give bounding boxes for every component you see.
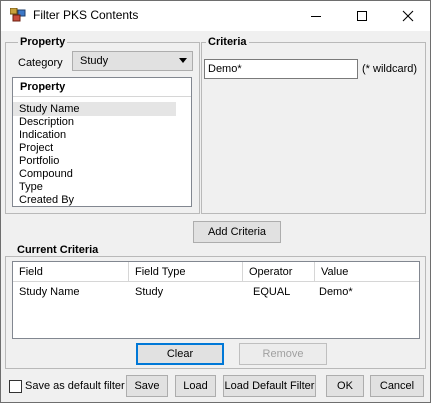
maximize-icon [357, 11, 367, 21]
criteria-group-label: Criteria [206, 36, 249, 48]
criteria-table-header: Field Field Type Operator Value [13, 262, 419, 282]
property-items: Study Name Description Indication Project Po… [19, 103, 179, 208]
table-row[interactable]: Study Name Study EQUAL Demo* [13, 284, 419, 300]
cell-operator: EQUAL [253, 286, 291, 298]
cell-field: Study Name [19, 286, 80, 298]
property-list-item[interactable]: Indication [19, 129, 66, 142]
save-button[interactable]: Save [126, 375, 168, 397]
property-list[interactable]: Property Study Name Description Indication… [12, 77, 192, 207]
property-list-item[interactable]: Created By [19, 194, 74, 207]
category-dropdown[interactable]: Study [72, 51, 193, 71]
close-button[interactable] [385, 1, 431, 31]
cell-field-type: Study [135, 286, 164, 298]
column-header-field-type[interactable]: Field Type [129, 262, 243, 282]
ok-button[interactable]: OK [326, 375, 364, 397]
property-list-item[interactable]: Compound [19, 168, 73, 181]
criteria-input[interactable] [204, 59, 358, 79]
property-list-item[interactable]: Study Name [19, 103, 80, 116]
add-criteria-button[interactable]: Add Criteria [193, 221, 281, 243]
column-header-operator[interactable]: Operator [243, 262, 315, 282]
app-icon [9, 7, 26, 22]
wildcard-hint: (* wildcard) [362, 63, 418, 75]
criteria-table[interactable]: Field Field Type Operator Value Study Na… [12, 261, 420, 339]
minimize-button[interactable] [293, 1, 339, 31]
column-header-field[interactable]: Field [13, 262, 129, 282]
cancel-button[interactable]: Cancel [370, 375, 424, 397]
property-group-label: Property [18, 36, 68, 48]
minimize-icon [311, 16, 321, 17]
property-list-item[interactable]: Description [19, 116, 74, 129]
load-button[interactable]: Load [175, 375, 216, 397]
clear-button[interactable]: Clear [136, 343, 224, 365]
current-criteria-group-label: Current Criteria [15, 244, 101, 256]
save-default-checkbox[interactable] [9, 380, 22, 393]
close-icon [402, 10, 414, 22]
cell-value: Demo* [319, 286, 353, 298]
maximize-button[interactable] [339, 1, 385, 31]
property-list-header: Property [13, 78, 191, 97]
category-label: Category [18, 57, 63, 69]
property-list-item[interactable]: Portfolio [19, 155, 59, 168]
category-value: Study [80, 55, 109, 67]
window-title: Filter PKS Contents [33, 8, 139, 22]
property-list-item[interactable]: Type [19, 181, 43, 194]
remove-button[interactable]: Remove [239, 343, 327, 365]
dropdown-arrow-icon [179, 58, 187, 63]
property-list-item[interactable]: Project [19, 142, 53, 155]
load-default-filter-button[interactable]: Load Default Filter [223, 375, 316, 397]
save-default-label: Save as default filter [25, 380, 125, 392]
column-header-value[interactable]: Value [315, 262, 419, 282]
